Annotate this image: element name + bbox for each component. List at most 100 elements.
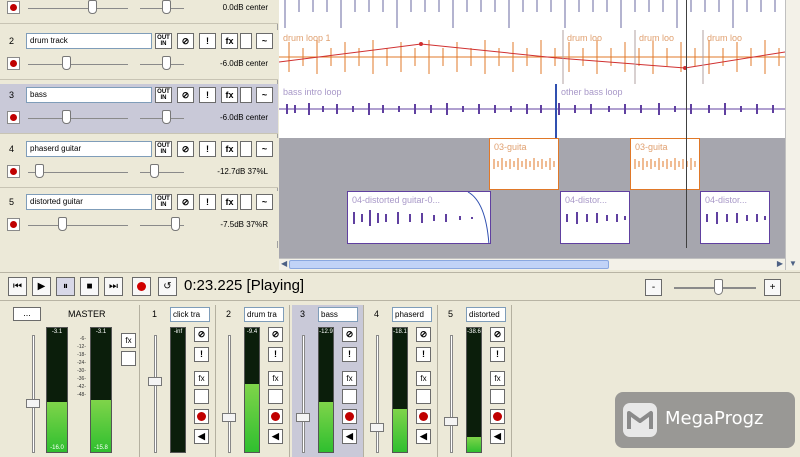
track-row[interactable]: 0.0dB center — [0, 0, 278, 24]
play-icon[interactable]: ▶ — [32, 277, 51, 296]
pan-knob[interactable] — [162, 56, 171, 70]
solo-button[interactable] — [416, 389, 431, 404]
strip-fader-rail[interactable] — [154, 335, 157, 453]
fx-button[interactable]: fx — [490, 371, 505, 386]
track-lane-2[interactable]: drum loop 1 drum loo drum loo drum loo — [279, 30, 785, 84]
master-fader-knob[interactable] — [26, 399, 40, 408]
fx-button[interactable]: fx — [268, 371, 283, 386]
mute-button[interactable]: ! — [199, 194, 216, 210]
strip-fader-knob[interactable] — [296, 413, 310, 422]
phase-icon[interactable]: ⊘ — [194, 327, 209, 342]
track-row-5[interactable]: 5 distorted guitar OUT IN ⊘ ! fx ~ -7.5d… — [0, 191, 278, 241]
strip-fader-rail[interactable] — [228, 335, 231, 453]
track-lane-1[interactable] — [279, 0, 785, 30]
mute-button[interactable]: ! — [199, 33, 216, 49]
track-name-field[interactable]: drum track — [26, 33, 152, 49]
solo-button[interactable] — [490, 389, 505, 404]
media-item-distorted[interactable]: 04-distor... — [560, 191, 630, 244]
record-arm-button[interactable] — [7, 165, 20, 178]
zoom-slider-knob[interactable] — [714, 279, 723, 295]
strip-name-field[interactable]: distorted — [466, 307, 506, 322]
solo-button[interactable] — [194, 389, 209, 404]
phase-icon[interactable]: ⊘ — [416, 327, 431, 342]
fx-button[interactable]: fx — [416, 371, 431, 386]
record-arm-button[interactable] — [7, 111, 20, 124]
record-arm-button[interactable] — [342, 409, 357, 424]
speaker-icon[interactable]: ◀ — [416, 429, 431, 444]
media-item-distorted[interactable]: 04-distor... — [700, 191, 770, 244]
record-arm-button[interactable] — [416, 409, 431, 424]
mute-button[interactable]: ! — [199, 87, 216, 103]
record-arm-button[interactable] — [7, 1, 20, 14]
strip-fader-knob[interactable] — [222, 413, 236, 422]
record-arm-button[interactable] — [268, 409, 283, 424]
stop-icon[interactable]: ■ — [80, 277, 99, 296]
strip-fader-rail[interactable] — [450, 335, 453, 453]
record-arm-button[interactable] — [194, 409, 209, 424]
envelope-button[interactable]: ~ — [256, 141, 273, 157]
track-row-3[interactable]: 3 bass OUT IN ⊘ ! fx ~ -6.0dB center — [0, 84, 278, 134]
speaker-icon[interactable]: ◀ — [490, 429, 505, 444]
solo-button[interactable] — [342, 389, 357, 404]
phase-icon[interactable]: ⊘ — [177, 33, 194, 49]
track-lane-3[interactable]: bass intro loop other bass loop — [279, 84, 785, 138]
master-fader-rail[interactable] — [32, 335, 35, 453]
volume-slider[interactable] — [28, 8, 128, 9]
zoom-in-button[interactable]: + — [764, 279, 781, 296]
go-to-start-icon[interactable]: ⏮ — [8, 277, 27, 296]
phase-icon[interactable]: ⊘ — [490, 327, 505, 342]
envelope-button[interactable]: ~ — [256, 33, 273, 49]
io-button[interactable]: OUT IN — [155, 194, 172, 210]
mute-button[interactable]: ! — [268, 347, 283, 362]
volume-slider[interactable] — [28, 64, 128, 65]
phase-icon[interactable]: ⊘ — [268, 327, 283, 342]
arrange-view[interactable]: drum loop 1 drum loo drum loo drum loo b… — [279, 0, 785, 258]
strip-fader-knob[interactable] — [148, 377, 162, 386]
strip-name-field[interactable]: click tra — [170, 307, 210, 322]
master-mono-button[interactable] — [121, 351, 136, 366]
go-to-end-icon[interactable]: ⏭ — [104, 277, 123, 296]
strip-name-field[interactable]: phaserd — [392, 307, 432, 322]
volume-slider[interactable] — [28, 225, 128, 226]
track-lane-4[interactable]: 03-guita 03-guita — [279, 138, 785, 191]
strip-name-field[interactable]: bass — [318, 307, 358, 322]
master-menu-button[interactable]: ... — [13, 307, 41, 321]
repeat-icon[interactable]: ↺ — [158, 277, 177, 296]
volume-knob[interactable] — [35, 164, 44, 178]
record-icon[interactable] — [132, 277, 151, 296]
io-button[interactable]: OUT IN — [155, 33, 172, 49]
volume-knob[interactable] — [88, 0, 97, 14]
horizontal-scroll-thumb[interactable] — [289, 260, 609, 269]
media-item-guitar[interactable]: 03-guita — [489, 138, 559, 190]
fx-button[interactable]: fx — [221, 141, 238, 157]
fx-button[interactable]: fx — [342, 371, 357, 386]
scroll-left-icon[interactable]: ◀ — [281, 259, 287, 268]
speaker-icon[interactable]: ◀ — [268, 429, 283, 444]
solo-button[interactable] — [268, 389, 283, 404]
strip-name-field[interactable]: drum tra — [244, 307, 284, 322]
pan-knob[interactable] — [171, 217, 180, 231]
record-arm-button[interactable] — [7, 57, 20, 70]
master-fx-button[interactable]: fx — [121, 333, 136, 348]
record-arm-button[interactable] — [7, 218, 20, 231]
pan-knob[interactable] — [162, 0, 171, 14]
pan-knob[interactable] — [162, 110, 171, 124]
strip-fader-knob[interactable] — [444, 417, 458, 426]
mute-button[interactable]: ! — [490, 347, 505, 362]
track-name-field[interactable]: bass — [26, 87, 152, 103]
scroll-right-icon[interactable]: ▶ — [777, 259, 783, 268]
mute-button[interactable]: ! — [194, 347, 209, 362]
phase-icon[interactable]: ⊘ — [177, 141, 194, 157]
speaker-icon[interactable]: ◀ — [194, 429, 209, 444]
record-arm-button[interactable] — [490, 409, 505, 424]
mute-button[interactable]: ! — [416, 347, 431, 362]
solo-button[interactable] — [240, 87, 252, 103]
speaker-icon[interactable]: ◀ — [342, 429, 357, 444]
pause-icon[interactable]: ⏸ — [56, 277, 75, 296]
solo-button[interactable] — [240, 33, 252, 49]
envelope-button[interactable]: ~ — [256, 87, 273, 103]
fx-button[interactable]: fx — [221, 87, 238, 103]
vertical-scrollbar[interactable]: ▼ — [785, 0, 800, 270]
pan-slider[interactable] — [140, 172, 184, 173]
track-name-field[interactable]: distorted guitar — [26, 194, 152, 210]
